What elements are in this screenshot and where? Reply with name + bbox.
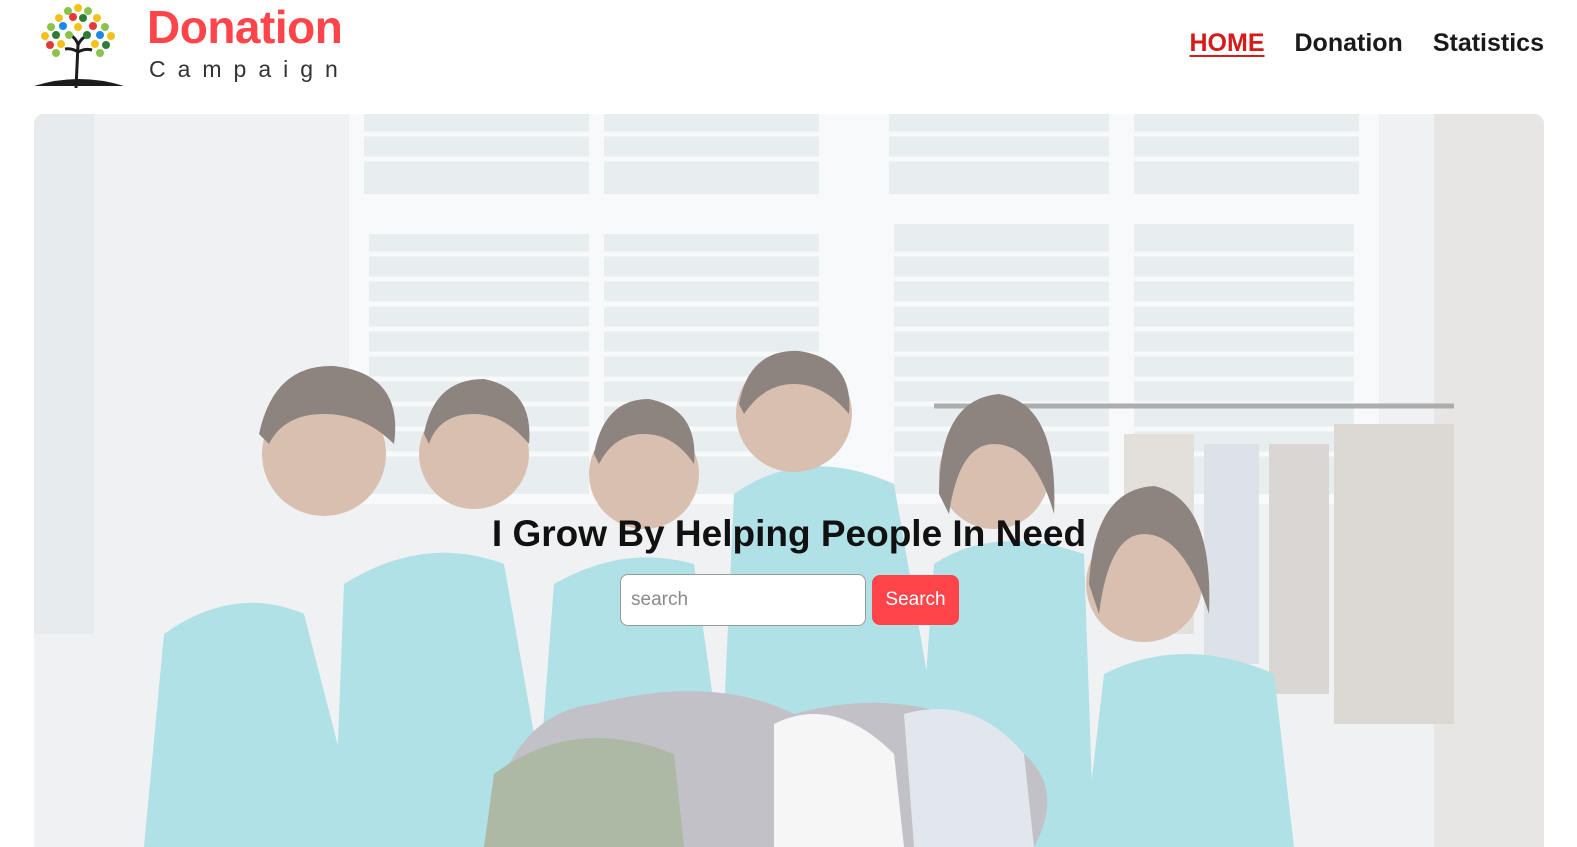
search-bar: Search [620, 574, 959, 626]
hero-heading: I Grow By Helping People In Need [491, 513, 1087, 554]
nav-statistics-link[interactable]: Statistics [1433, 29, 1544, 58]
brand-subtitle: Campaign [149, 56, 350, 82]
main-nav: HOME Donation Statistics [1190, 26, 1545, 60]
search-button[interactable]: Search [872, 575, 959, 625]
tree-logo-icon [34, 4, 124, 88]
hero-overlay [34, 114, 1544, 847]
nav-donation-link[interactable]: Donation [1295, 29, 1403, 58]
brand-title: Donation [147, 1, 343, 53]
hero-banner: I Grow By Helping People In Need Search [34, 114, 1544, 847]
nav-home-link[interactable]: HOME [1190, 29, 1265, 58]
site-header: Donation Campaign HOME Donation Statisti… [0, 0, 1577, 112]
logo-link[interactable]: Donation Campaign [32, 0, 362, 90]
search-input[interactable] [620, 574, 866, 626]
